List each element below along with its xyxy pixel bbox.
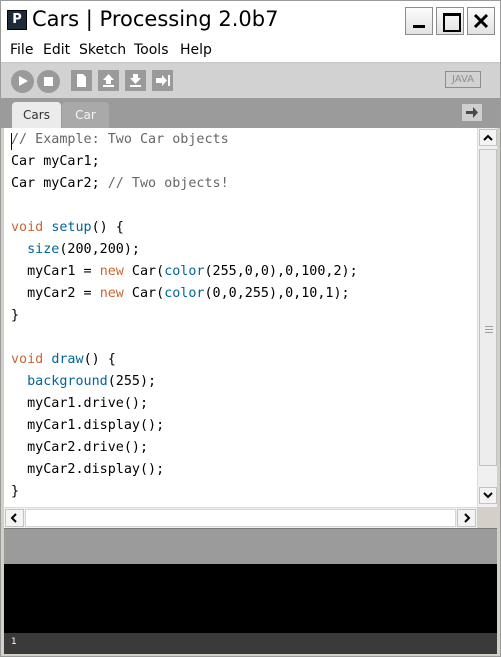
tab-cars[interactable]: Cars (12, 102, 61, 128)
scroll-up-button[interactable] (479, 129, 497, 146)
mode-selector[interactable]: JAVA (445, 71, 481, 88)
new-button[interactable] (71, 70, 92, 91)
status-bar: 1 (4, 633, 497, 654)
code-line-16: myCar2.display(); (11, 462, 165, 477)
menu-edit[interactable]: Edit (43, 42, 70, 58)
chevron-right-icon (464, 513, 471, 523)
menu-file[interactable]: File (10, 42, 33, 58)
run-button[interactable] (11, 70, 34, 93)
code-line-2: Car myCar1; (11, 154, 100, 169)
open-icon (103, 74, 114, 87)
menu-tools[interactable]: Tools (134, 42, 169, 58)
code-editor[interactable]: // Example: Two Car objects Car myCar1; … (4, 128, 477, 507)
title-bar[interactable]: P Cars | Processing 2.0b7 (1, 1, 500, 39)
maximize-button[interactable] (436, 7, 464, 35)
tab-car[interactable]: Car (62, 102, 109, 128)
code-line-7: myCar1 = new Car(color(255,0,0),0,100,2)… (11, 264, 358, 279)
arrow-right-icon (466, 107, 478, 118)
tab-bar: Cars Car (1, 98, 500, 128)
scrollbar-corner (477, 507, 497, 528)
window-title: Cars | Processing 2.0b7 (32, 7, 279, 31)
code-line-15: myCar2.drive(); (11, 440, 149, 455)
grip-icon (485, 326, 493, 333)
code-line-3: Car myCar2; // Two objects! (11, 176, 229, 191)
code-line-1: // Example: Two Car objects (11, 132, 229, 147)
scroll-left-button[interactable] (5, 509, 24, 527)
console-output[interactable] (4, 564, 497, 633)
processing-window: P Cars | Processing 2.0b7 File Edit Sket… (0, 0, 501, 657)
code-comment: // Two objects! (107, 176, 229, 191)
message-area (4, 528, 497, 564)
toolbar (1, 64, 500, 98)
tab-menu-button[interactable] (462, 104, 482, 121)
code-line-11: void draw() { (11, 352, 116, 367)
line-number: 1 (11, 637, 17, 647)
new-icon (77, 74, 86, 87)
chevron-up-icon (483, 134, 493, 141)
export-button[interactable] (152, 70, 173, 91)
chevron-left-icon (10, 513, 17, 523)
menu-help[interactable]: Help (180, 42, 212, 58)
code-line-5: void setup() { (11, 220, 124, 235)
code-line-6: size(200,200); (27, 242, 140, 257)
scroll-right-button[interactable] (457, 509, 476, 527)
horizontal-scrollbar[interactable] (4, 507, 477, 528)
code-line-9: } (11, 308, 20, 323)
code-line-14: myCar1.display(); (11, 418, 165, 433)
open-button[interactable] (98, 70, 119, 91)
code-line-12: background(255); (27, 374, 157, 389)
stop-button[interactable] (37, 70, 60, 93)
code-text: Car myCar2; (11, 176, 108, 191)
code-line-8: myCar2 = new Car(color(0,0,255),0,10,1); (11, 286, 350, 301)
close-icon (473, 13, 489, 29)
menu-bar: File Edit Sketch Tools Help (1, 39, 500, 63)
save-icon (130, 74, 141, 87)
menu-sketch[interactable]: Sketch (79, 42, 126, 58)
save-button[interactable] (125, 70, 146, 91)
vertical-scroll-thumb[interactable] (479, 149, 497, 466)
processing-app-icon: P (7, 10, 27, 30)
export-icon (156, 75, 170, 86)
chevron-down-icon (483, 492, 493, 499)
minimize-button[interactable] (405, 7, 433, 35)
code-line-17: } (11, 484, 20, 499)
horizontal-scroll-track[interactable] (25, 509, 456, 527)
code-line-13: myCar1.drive(); (11, 396, 149, 411)
close-button[interactable] (467, 7, 495, 35)
vertical-scrollbar[interactable] (477, 128, 497, 507)
scroll-down-button[interactable] (479, 487, 497, 504)
